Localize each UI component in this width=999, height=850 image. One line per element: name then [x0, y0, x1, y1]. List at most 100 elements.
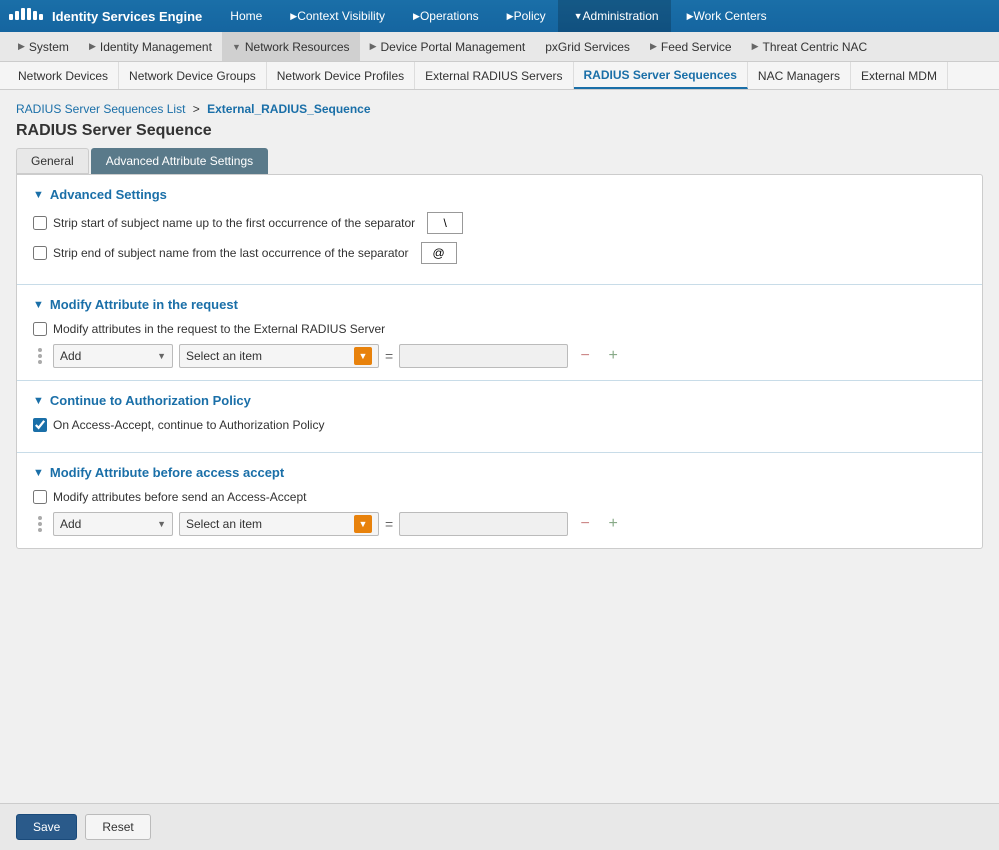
- arrow-icon: ▶: [752, 41, 759, 52]
- modify-access-accept-attr-row: Add ▼ Select an item ▼ = − +: [33, 512, 966, 536]
- section-modify-access-accept-header[interactable]: ▼ Modify Attribute before access accept: [33, 465, 966, 480]
- tab-radius-server-sequences[interactable]: RADIUS Server Sequences: [574, 62, 748, 89]
- second-nav-feed-service[interactable]: ▶ Feed Service: [640, 32, 742, 61]
- collapse-arrow-icon: ▼: [33, 299, 44, 311]
- breadcrumb-current: External_RADIUS_Sequence: [207, 102, 370, 116]
- modify-access-accept-checkbox-row: Modify attributes before send an Access-…: [33, 490, 966, 504]
- dropdown-arrow-icon: ▼: [157, 519, 166, 529]
- third-navigation: Network Devices Network Device Groups Ne…: [0, 62, 999, 90]
- form-card: ▼ Advanced Settings Strip start of subje…: [16, 174, 983, 549]
- section-modify-request: ▼ Modify Attribute in the request Modify…: [17, 285, 982, 381]
- form-tabs: General Advanced Attribute Settings: [16, 148, 983, 174]
- section-modify-access-accept-title: Modify Attribute before access accept: [50, 465, 284, 480]
- modify-access-accept-checkbox-wrap: Modify attributes before send an Access-…: [33, 490, 306, 504]
- second-nav-identity-management[interactable]: ▶ Identity Management: [79, 32, 222, 61]
- modify-request-checkbox-wrap: Modify attributes in the request to the …: [33, 322, 385, 336]
- arrow-icon: ▶: [370, 41, 377, 52]
- top-nav-items: Home ▶ Context Visibility ▶ Operations ▶…: [218, 0, 778, 32]
- strip-end-input[interactable]: [421, 242, 457, 264]
- tab-external-radius-servers[interactable]: External RADIUS Servers: [415, 62, 573, 89]
- modify-request-select-item[interactable]: Select an item ▼: [179, 344, 379, 368]
- tab-network-devices[interactable]: Network Devices: [8, 62, 119, 89]
- dropdown-arrow-icon: ▼: [157, 351, 166, 361]
- strip-end-label: Strip end of subject name from the last …: [53, 246, 409, 260]
- drag-dot: [38, 522, 42, 526]
- top-nav-policy[interactable]: ▶ Policy: [491, 0, 558, 32]
- content-area: RADIUS Server Sequences List > External_…: [0, 90, 999, 599]
- arrow-icon: ▶: [650, 41, 657, 52]
- remove-row-button[interactable]: −: [574, 345, 596, 367]
- top-nav-work-centers[interactable]: ▶ Work Centers: [671, 0, 779, 32]
- second-nav-device-portal[interactable]: ▶ Device Portal Management: [360, 32, 536, 61]
- second-nav-pxgrid[interactable]: pxGrid Services: [535, 32, 640, 61]
- app-title: Identity Services Engine: [52, 9, 202, 24]
- authorization-policy-checkbox-row: On Access-Accept, continue to Authorizat…: [33, 418, 966, 432]
- select-orange-arrow-icon: ▼: [354, 347, 372, 365]
- collapse-arrow-icon: ▼: [33, 395, 44, 407]
- reset-button[interactable]: Reset: [85, 814, 150, 840]
- top-nav-operations[interactable]: ▶ Operations: [397, 0, 491, 32]
- arrow-icon: ▶: [18, 41, 25, 52]
- authorization-policy-checkbox[interactable]: [33, 418, 47, 432]
- section-modify-request-title: Modify Attribute in the request: [50, 297, 238, 312]
- arrow-down-icon: ▼: [232, 42, 241, 52]
- tab-network-device-groups[interactable]: Network Device Groups: [119, 62, 267, 89]
- add-row-button[interactable]: +: [602, 345, 624, 367]
- second-nav-system[interactable]: ▶ System: [8, 32, 79, 61]
- top-nav-administration[interactable]: ▼ Administration: [558, 0, 671, 32]
- equals-sign: =: [385, 516, 393, 532]
- section-modify-request-header[interactable]: ▼ Modify Attribute in the request: [33, 297, 966, 312]
- drag-handle[interactable]: [33, 345, 47, 367]
- drag-handle[interactable]: [33, 513, 47, 535]
- section-advanced-settings: ▼ Advanced Settings Strip start of subje…: [17, 175, 982, 285]
- arrow-icon: ▶: [290, 11, 297, 22]
- tab-general[interactable]: General: [16, 148, 89, 174]
- drag-dot: [38, 516, 42, 520]
- strip-end-checkbox[interactable]: [33, 246, 47, 260]
- strip-start-input[interactable]: [427, 212, 463, 234]
- second-nav-network-resources[interactable]: ▼ Network Resources: [222, 32, 360, 61]
- page-title: RADIUS Server Sequence: [16, 122, 983, 140]
- top-nav-home[interactable]: Home: [218, 0, 274, 32]
- strip-start-row: Strip start of subject name up to the fi…: [33, 212, 966, 234]
- tab-advanced-attribute-settings[interactable]: Advanced Attribute Settings: [91, 148, 268, 174]
- save-button[interactable]: Save: [16, 814, 77, 840]
- add-row-button[interactable]: +: [602, 513, 624, 535]
- tab-external-mdm[interactable]: External MDM: [851, 62, 948, 89]
- section-advanced-settings-title: Advanced Settings: [50, 187, 167, 202]
- modify-request-add-dropdown[interactable]: Add ▼: [53, 344, 173, 368]
- collapse-arrow-icon: ▼: [33, 467, 44, 479]
- top-nav-context-visibility[interactable]: ▶ Context Visibility: [274, 0, 397, 32]
- arrow-down-icon: ▼: [574, 11, 583, 21]
- drag-dot: [38, 528, 42, 532]
- modify-access-accept-add-dropdown[interactable]: Add ▼: [53, 512, 173, 536]
- drag-dot: [38, 348, 42, 352]
- breadcrumb-list-link[interactable]: RADIUS Server Sequences List: [16, 102, 185, 116]
- authorization-policy-label: On Access-Accept, continue to Authorizat…: [53, 418, 324, 432]
- modify-request-checkbox[interactable]: [33, 322, 47, 336]
- modify-request-value-input[interactable]: [399, 344, 568, 368]
- section-modify-access-accept: ▼ Modify Attribute before access accept …: [17, 453, 982, 548]
- strip-end-row: Strip end of subject name from the last …: [33, 242, 966, 264]
- tab-network-device-profiles[interactable]: Network Device Profiles: [267, 62, 415, 89]
- remove-row-button[interactable]: −: [574, 513, 596, 535]
- modify-access-accept-checkbox[interactable]: [33, 490, 47, 504]
- section-advanced-settings-header[interactable]: ▼ Advanced Settings: [33, 187, 966, 202]
- breadcrumb-separator: >: [193, 102, 200, 116]
- equals-sign: =: [385, 348, 393, 364]
- second-navigation: ▶ System ▶ Identity Management ▼ Network…: [0, 32, 999, 62]
- second-nav-threat-centric[interactable]: ▶ Threat Centric NAC: [742, 32, 878, 61]
- modify-access-accept-select-item[interactable]: Select an item ▼: [179, 512, 379, 536]
- arrow-icon: ▶: [413, 11, 420, 22]
- arrow-icon: ▶: [507, 11, 514, 22]
- tab-nac-managers[interactable]: NAC Managers: [748, 62, 851, 89]
- arrow-icon: ▶: [89, 41, 96, 52]
- drag-dot: [38, 360, 42, 364]
- section-authorization-policy-header[interactable]: ▼ Continue to Authorization Policy: [33, 393, 966, 408]
- modify-access-accept-value-input[interactable]: [399, 512, 568, 536]
- breadcrumb: RADIUS Server Sequences List > External_…: [16, 102, 983, 116]
- authorization-policy-checkbox-wrap: On Access-Accept, continue to Authorizat…: [33, 418, 324, 432]
- top-navigation: Identity Services Engine Home ▶ Context …: [0, 0, 999, 32]
- strip-start-checkbox[interactable]: [33, 216, 47, 230]
- section-authorization-policy: ▼ Continue to Authorization Policy On Ac…: [17, 381, 982, 453]
